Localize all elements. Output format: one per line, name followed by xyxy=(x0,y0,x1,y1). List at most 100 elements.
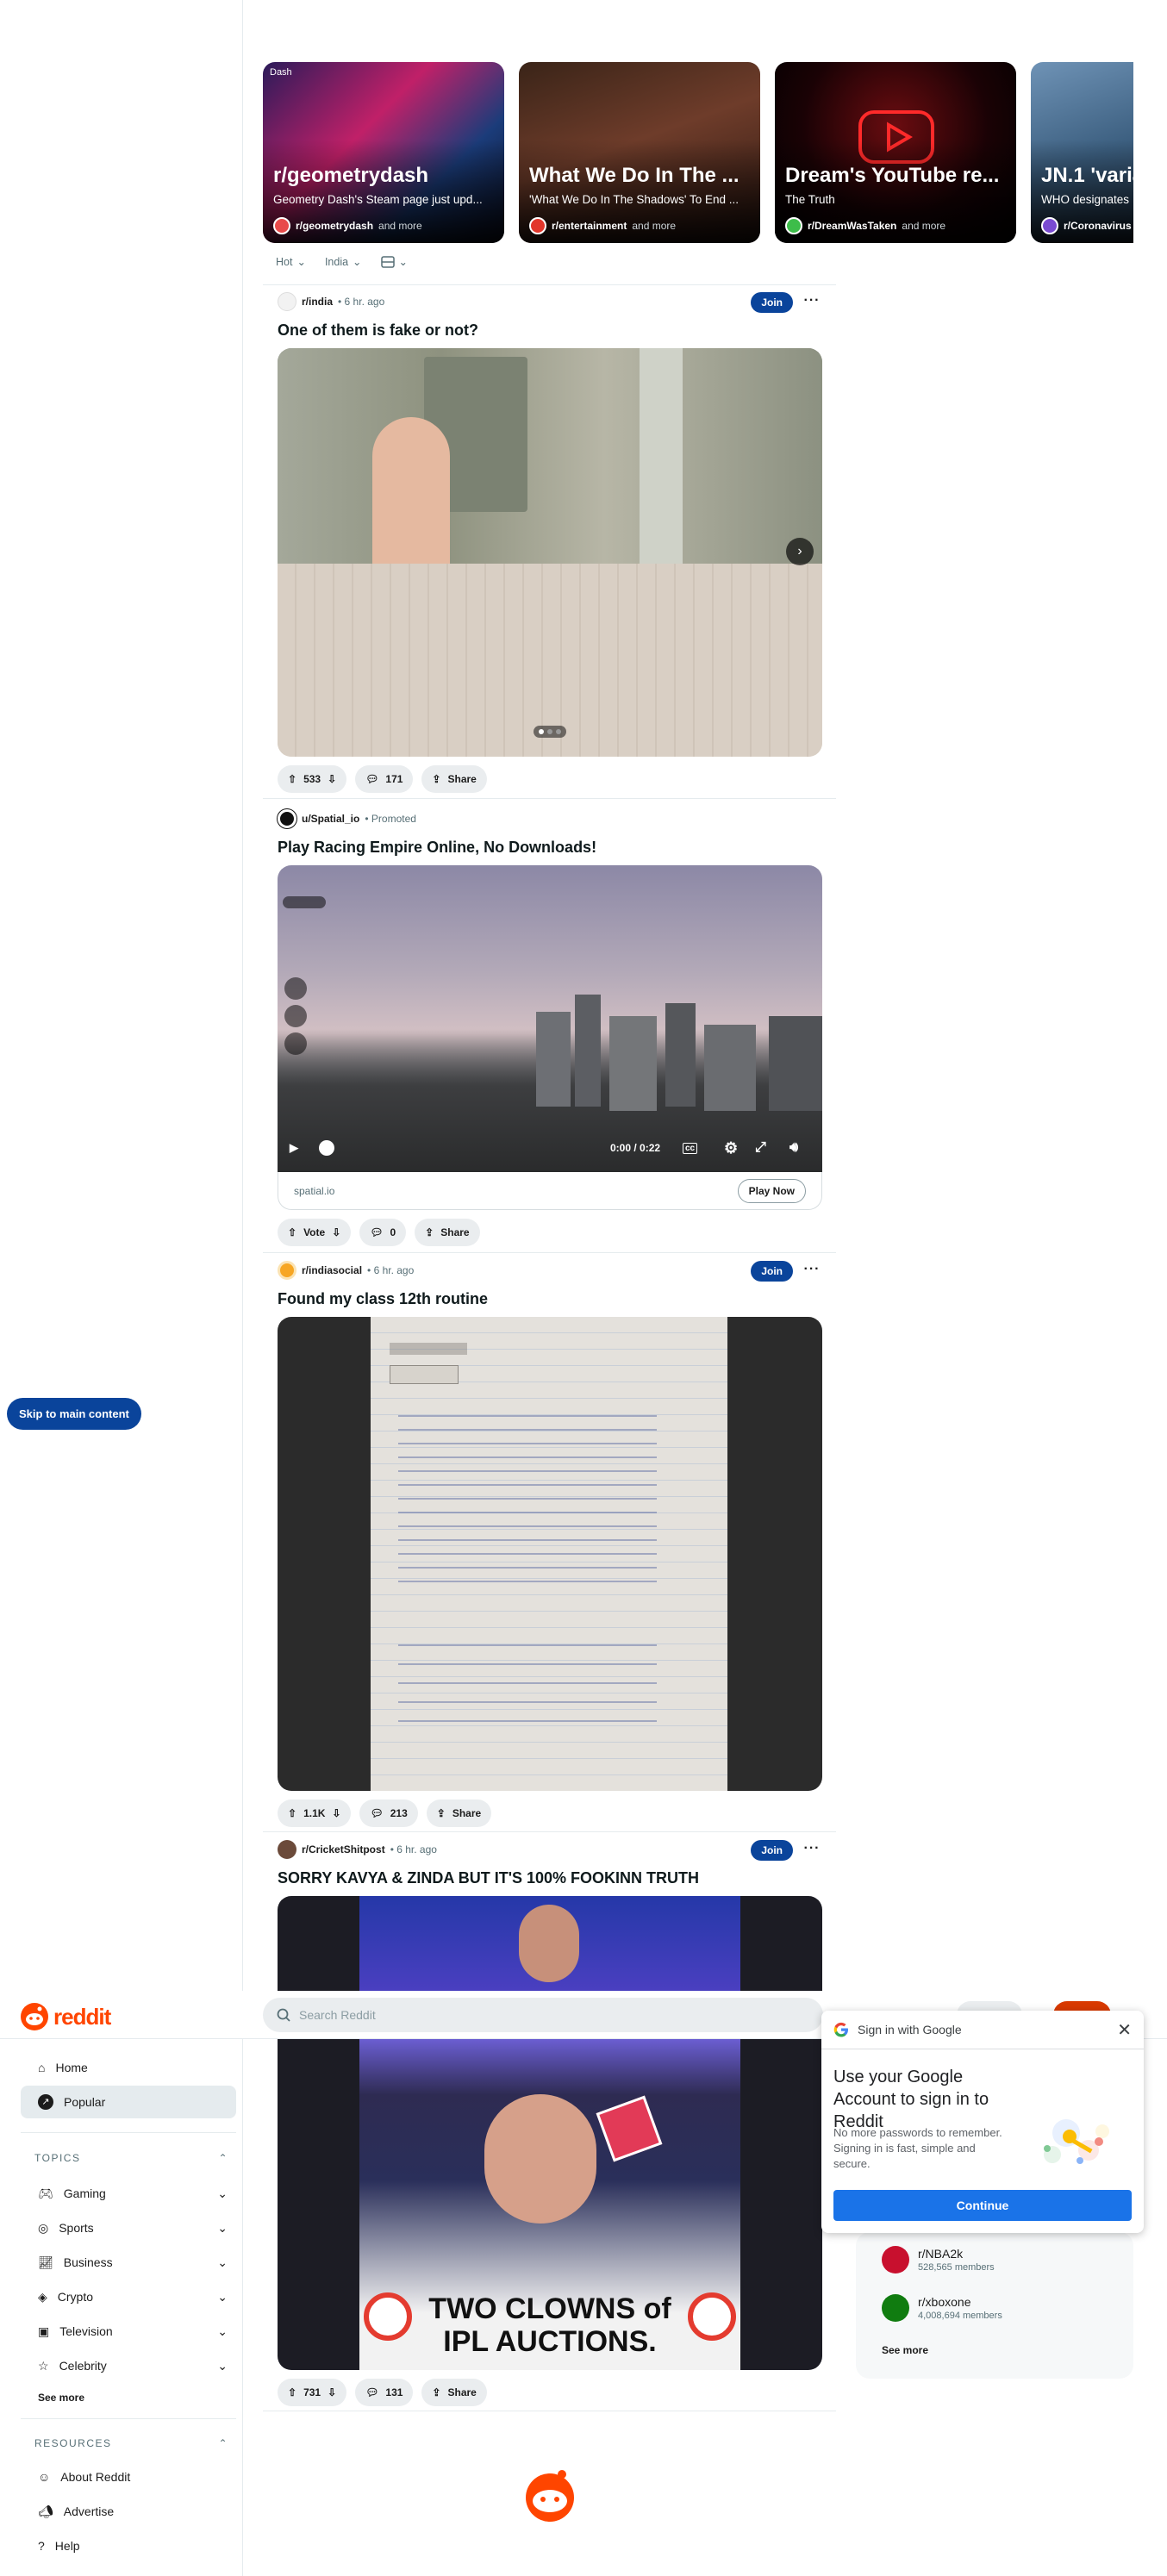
captions-icon[interactable]: cc xyxy=(683,1142,698,1154)
promoted-post-card[interactable]: u/Spatial_io • Promoted Play Racing Empi… xyxy=(278,808,822,1246)
subreddit-icon xyxy=(785,217,802,234)
search-bar[interactable]: Search Reddit xyxy=(263,1998,823,2032)
skip-to-main-link[interactable]: Skip to main content xyxy=(7,1398,141,1430)
card-title: What We Do In The ... xyxy=(529,164,740,187)
chart-icon: 📈︎ xyxy=(38,2255,53,2269)
post-title[interactable]: SORRY KAVYA & ZINDA BUT IT'S 100% FOOKIN… xyxy=(278,1868,822,1887)
subreddit-avatar[interactable] xyxy=(278,292,296,311)
post-title[interactable]: One of them is fake or not? xyxy=(278,321,822,340)
reddit-logo[interactable]: reddit xyxy=(21,2003,111,2030)
subreddit-avatar[interactable] xyxy=(278,1261,296,1280)
feed-divider xyxy=(263,798,836,799)
sort-dropdown[interactable]: Hot ⌄ xyxy=(276,255,306,269)
volume-icon[interactable]: 🔊︎ xyxy=(789,1140,798,1156)
chevron-up-icon: ⌃ xyxy=(218,2437,228,2449)
topic-television[interactable]: ▣ Television ⌄ xyxy=(38,2314,228,2348)
loading-snoo-icon xyxy=(526,2470,574,2522)
post-image[interactable] xyxy=(278,1317,822,1791)
sidebar-item-popular[interactable]: ↗ Popular xyxy=(21,2086,236,2118)
resource-advertise[interactable]: 📣︎ Advertise xyxy=(38,2494,228,2529)
topic-celebrity[interactable]: ☆ Celebrity ⌄ xyxy=(38,2348,228,2383)
settings-icon[interactable]: ⚙ xyxy=(724,1139,738,1157)
more-options-icon[interactable]: ··· xyxy=(802,1839,822,1858)
post-title[interactable]: Play Racing Empire Online, No Downloads! xyxy=(278,838,822,857)
topics-see-more[interactable]: See more xyxy=(38,2392,84,2404)
join-button[interactable]: Join xyxy=(751,1261,793,1282)
join-button[interactable]: Join xyxy=(751,292,793,313)
vote-control[interactable]: ⇧ 1.1K ⇩ xyxy=(278,1799,352,1827)
post-image[interactable]: TWO CLOWNS of IPL AUCTIONS. xyxy=(278,1896,822,2370)
user-avatar[interactable] xyxy=(278,809,296,828)
close-icon[interactable]: ✕ xyxy=(1117,2019,1132,2041)
vote-control[interactable]: ⇧ 731 ⇩ xyxy=(278,2379,347,2406)
fullscreen-icon[interactable]: ⤢ xyxy=(755,1140,766,1156)
popup-title: Use your Google Account to sign in to Re… xyxy=(833,2068,989,2131)
next-image-icon[interactable]: › xyxy=(786,538,814,565)
search-input[interactable]: Search Reddit xyxy=(299,2008,376,2022)
layout-icon xyxy=(380,255,395,268)
topics-header[interactable]: TOPICS ⌃ xyxy=(34,2152,228,2164)
upvote-icon: ⇧ xyxy=(288,773,297,785)
clown-icon xyxy=(364,2292,412,2341)
comments-button[interactable]: 💬︎ 213 xyxy=(359,1799,418,1827)
ad-domain[interactable]: spatial.io xyxy=(294,1185,334,1197)
share-button[interactable]: ⇪ Share xyxy=(421,765,487,793)
view-dropdown[interactable]: ⌄ xyxy=(380,255,408,268)
subreddit-link[interactable]: r/CricketShitpost xyxy=(302,1843,385,1856)
continue-button[interactable]: Continue xyxy=(833,2190,1132,2221)
resource-about[interactable]: ☺ About Reddit xyxy=(38,2460,228,2494)
meme-caption: TWO CLOWNS of IPL AUCTIONS. xyxy=(428,2292,671,2358)
seek-handle[interactable] xyxy=(319,1140,334,1156)
comments-button[interactable]: 💬︎ 171 xyxy=(355,765,414,793)
more-options-icon[interactable]: ··· xyxy=(802,291,822,310)
topic-business[interactable]: 📈︎ Business ⌄ xyxy=(38,2245,228,2280)
topic-crypto[interactable]: ◈ Crypto ⌄ xyxy=(38,2280,228,2314)
subreddit-link[interactable]: r/india xyxy=(302,296,333,308)
region-dropdown[interactable]: India ⌄ xyxy=(325,255,362,269)
join-button[interactable]: Join xyxy=(751,1840,793,1861)
sort-bar: Hot ⌄ India ⌄ ⌄ xyxy=(276,255,408,269)
post-title[interactable]: Found my class 12th routine xyxy=(278,1289,822,1308)
subreddit-icon xyxy=(529,217,546,234)
communities-see-more[interactable]: See more xyxy=(882,2344,928,2356)
post-header: r/india • 6 hr. ago xyxy=(278,291,822,312)
comments-button[interactable]: 💬︎ 131 xyxy=(355,2379,414,2406)
post-card[interactable]: r/indiasocial • 6 hr. ago Join ··· Found… xyxy=(278,1260,822,1827)
more-options-icon[interactable]: ··· xyxy=(802,1260,822,1279)
downvote-icon: ⇩ xyxy=(328,773,337,785)
subreddit-link[interactable]: r/indiasocial xyxy=(302,1264,362,1276)
chevron-down-icon: ⌄ xyxy=(217,2220,228,2235)
trending-card[interactable]: Dream's YouTube re... The Truth r/DreamW… xyxy=(775,62,1016,243)
resources-header[interactable]: RESOURCES ⌃ xyxy=(34,2437,228,2449)
share-button[interactable]: ⇪ Share xyxy=(421,2379,487,2406)
topic-sports[interactable]: ◎ Sports ⌄ xyxy=(38,2211,228,2245)
vote-control[interactable]: ⇧ 533 ⇩ xyxy=(278,765,347,793)
chevron-down-icon: ⌄ xyxy=(217,2186,228,2200)
play-now-button[interactable]: Play Now xyxy=(737,1178,806,1203)
vote-control[interactable]: ⇧ Vote ⇩ xyxy=(278,1219,352,1246)
post-actions: ⇧ 1.1K ⇩ 💬︎ 213 ⇪ Share xyxy=(278,1799,822,1827)
trending-card[interactable]: JN.1 'varia WHO designates r/Coronavirus xyxy=(1031,62,1133,243)
upvote-icon: ⇧ xyxy=(288,1807,297,1819)
post-image[interactable]: › xyxy=(278,348,822,757)
sidebar-item-home[interactable]: ⌂ Home xyxy=(21,2051,236,2084)
resource-help[interactable]: ? Help xyxy=(38,2529,228,2563)
share-button[interactable]: ⇪ Share xyxy=(415,1219,480,1246)
comments-button[interactable]: 💬︎ 0 xyxy=(359,1219,407,1246)
community-item[interactable]: r/xboxone 4,008,694 members xyxy=(882,2294,1002,2322)
user-link[interactable]: u/Spatial_io xyxy=(302,813,359,825)
community-item[interactable]: r/NBA2k 528,565 members xyxy=(882,2246,995,2273)
post-time: • 6 hr. ago xyxy=(338,296,385,308)
ad-video[interactable]: ▶ 0:00 / 0:22 cc ⚙ ⤢ 🔊︎ xyxy=(278,865,822,1172)
chevron-down-icon: ⌄ xyxy=(353,256,362,268)
subreddit-avatar[interactable] xyxy=(278,1840,296,1859)
play-icon[interactable]: ▶ xyxy=(290,1141,298,1155)
card-title: r/geometrydash xyxy=(273,164,429,187)
trending-card[interactable]: What We Do In The ... 'What We Do In The… xyxy=(519,62,760,243)
post-card[interactable]: r/CricketShitpost • 6 hr. ago Join ··· S… xyxy=(278,1839,822,2406)
post-actions: ⇧ 533 ⇩ 💬︎ 171 ⇪ Share xyxy=(278,765,822,793)
topic-gaming[interactable]: 🎮︎ Gaming ⌄ xyxy=(38,2176,228,2211)
trending-card[interactable]: Dash r/geometrydash Geometry Dash's Stea… xyxy=(263,62,504,243)
post-card[interactable]: r/india • 6 hr. ago Join ··· One of them… xyxy=(278,291,822,793)
share-button[interactable]: ⇪ Share xyxy=(426,1799,492,1827)
